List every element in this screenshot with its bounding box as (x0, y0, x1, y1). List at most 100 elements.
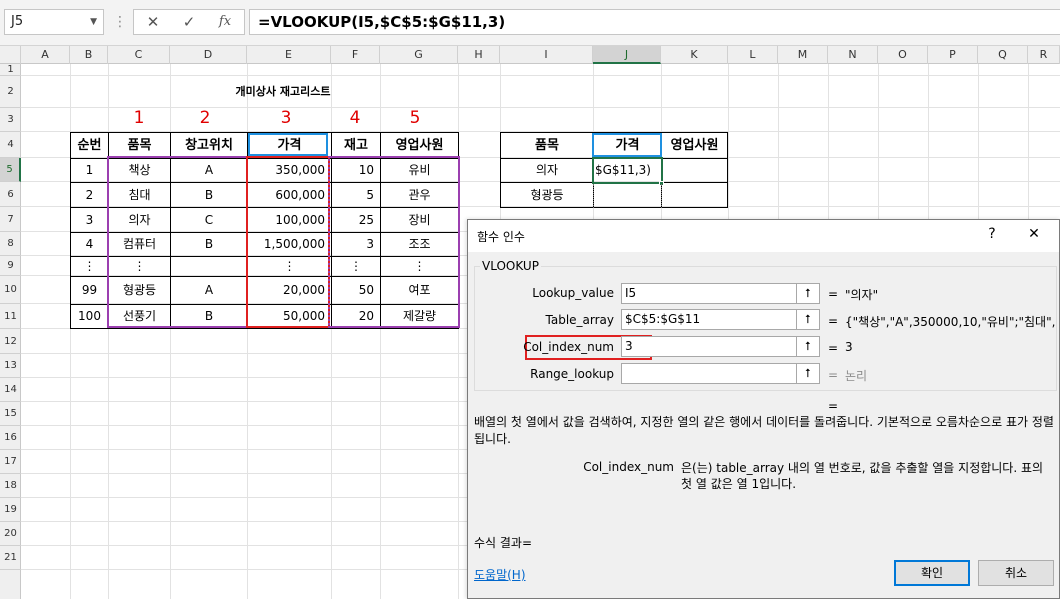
table-cell[interactable]: 관우 (380, 182, 459, 208)
header-cell[interactable]: 창고위치 (170, 132, 248, 159)
header-cell[interactable]: 영업사원 (380, 132, 459, 159)
table-cell[interactable] (661, 158, 728, 183)
table-cell[interactable] (661, 182, 728, 208)
cancel-icon[interactable]: ✕ (138, 10, 168, 34)
table-cell[interactable]: 침대 (108, 182, 171, 208)
row-header[interactable]: 13 (0, 354, 21, 378)
row-header[interactable]: 19 (0, 498, 21, 522)
header-cell[interactable]: 순번 (70, 132, 109, 159)
row-header[interactable]: 6 (0, 182, 21, 207)
header-cell[interactable]: 가격 (247, 132, 332, 159)
header-cell[interactable]: 가격 (593, 132, 662, 159)
row-header-selected[interactable]: 5 (0, 158, 21, 182)
row-header[interactable]: 10 (0, 276, 21, 304)
column-header[interactable]: D (170, 46, 247, 64)
enter-icon[interactable]: ✓ (174, 10, 204, 34)
table-cell[interactable]: A (170, 158, 248, 183)
table-cell[interactable]: 1,500,000 (247, 232, 332, 257)
column-header[interactable]: L (728, 46, 778, 64)
col-index-num-input[interactable]: 3 (621, 336, 797, 357)
column-header[interactable]: Q (978, 46, 1028, 64)
header-cell[interactable]: 품목 (108, 132, 171, 159)
table-cell[interactable]: 선풍기 (108, 304, 171, 329)
table-cell[interactable]: 1 (70, 158, 109, 183)
row-header[interactable]: 18 (0, 474, 21, 498)
table-cell[interactable]: 5 (331, 182, 381, 208)
table-cell[interactable]: 20,000 (247, 276, 332, 305)
table-cell[interactable]: 50 (331, 276, 381, 305)
table-cell[interactable]: ⋮ (380, 256, 459, 277)
table-cell[interactable]: 3 (331, 232, 381, 257)
table-cell[interactable]: 형광등 (108, 276, 171, 305)
table-cell[interactable]: B (170, 232, 248, 257)
table-cell[interactable]: 3 (70, 207, 109, 233)
cancel-button[interactable]: 취소 (978, 560, 1054, 586)
column-header[interactable]: N (828, 46, 878, 64)
row-header[interactable]: 3 (0, 108, 21, 132)
table-cell[interactable]: 4 (70, 232, 109, 257)
collapse-arrow-icon[interactable]: ⭡ (796, 309, 820, 330)
row-header[interactable]: 21 (0, 546, 21, 570)
table-cell[interactable] (170, 256, 248, 277)
column-header[interactable]: H (458, 46, 500, 64)
row-header[interactable]: 14 (0, 378, 21, 402)
table-cell[interactable]: 100,000 (247, 207, 332, 233)
column-header-selected[interactable]: J (593, 46, 661, 64)
table-cell[interactable]: 여포 (380, 276, 459, 305)
active-cell[interactable]: $G$11,3) (593, 158, 662, 183)
row-header[interactable]: 9 (0, 256, 21, 276)
insert-function-icon[interactable]: fx (210, 10, 240, 34)
column-header[interactable]: K (661, 46, 728, 64)
row-header[interactable]: 2 (0, 76, 21, 108)
header-cell[interactable]: 재고 (331, 132, 381, 159)
row-header[interactable]: 20 (0, 522, 21, 546)
select-all-corner[interactable] (0, 46, 21, 64)
table-cell[interactable]: A (170, 276, 248, 305)
table-cell[interactable]: 제갈량 (380, 304, 459, 329)
table-cell[interactable]: 350,000 (247, 158, 332, 183)
sheet-title[interactable]: 개미상사 재고리스트 (108, 76, 458, 108)
table-cell[interactable]: 50,000 (247, 304, 332, 329)
collapse-arrow-icon[interactable]: ⭡ (796, 363, 820, 384)
row-header[interactable]: 11 (0, 304, 21, 329)
column-header[interactable]: M (778, 46, 828, 64)
table-cell[interactable]: 100 (70, 304, 109, 329)
table-cell[interactable]: 컴퓨터 (108, 232, 171, 257)
table-cell[interactable]: 조조 (380, 232, 459, 257)
column-header[interactable]: I (500, 46, 593, 64)
row-header[interactable]: 7 (0, 207, 21, 232)
row-header[interactable]: 16 (0, 426, 21, 450)
row-header[interactable]: 1 (0, 64, 21, 76)
table-cell[interactable]: 600,000 (247, 182, 332, 208)
table-cell[interactable]: 책상 (108, 158, 171, 183)
row-header[interactable]: 12 (0, 329, 21, 354)
table-cell[interactable]: C (170, 207, 248, 233)
column-header[interactable]: G (380, 46, 458, 64)
table-cell[interactable]: 형광등 (500, 182, 594, 208)
range-lookup-input[interactable] (621, 363, 797, 384)
table-cell[interactable]: 99 (70, 276, 109, 305)
help-icon[interactable]: ? (982, 226, 1002, 242)
table-cell[interactable]: 2 (70, 182, 109, 208)
name-box[interactable]: J5 ▼ (4, 9, 104, 35)
header-cell[interactable]: 품목 (500, 132, 594, 159)
table-cell[interactable]: B (170, 182, 248, 208)
table-cell[interactable]: 의자 (108, 207, 171, 233)
row-header[interactable]: 15 (0, 402, 21, 426)
dialog-titlebar[interactable]: 함수 인수 ? ✕ (468, 220, 1059, 252)
table-cell[interactable]: B (170, 304, 248, 329)
collapse-arrow-icon[interactable]: ⭡ (796, 336, 820, 357)
column-header[interactable]: R (1028, 46, 1060, 64)
column-header[interactable]: C (108, 46, 170, 64)
header-cell[interactable]: 영업사원 (661, 132, 728, 159)
table-cell[interactable]: 25 (331, 207, 381, 233)
table-cell[interactable]: ⋮ (108, 256, 171, 277)
column-header[interactable]: A (21, 46, 70, 64)
column-header[interactable]: O (878, 46, 928, 64)
table-cell[interactable]: ⋮ (70, 256, 109, 277)
column-header[interactable]: F (331, 46, 380, 64)
column-header[interactable]: E (247, 46, 331, 64)
table-cell[interactable]: 유비 (380, 158, 459, 183)
row-header[interactable]: 8 (0, 232, 21, 256)
lookup-value-input[interactable]: I5 (621, 283, 797, 304)
